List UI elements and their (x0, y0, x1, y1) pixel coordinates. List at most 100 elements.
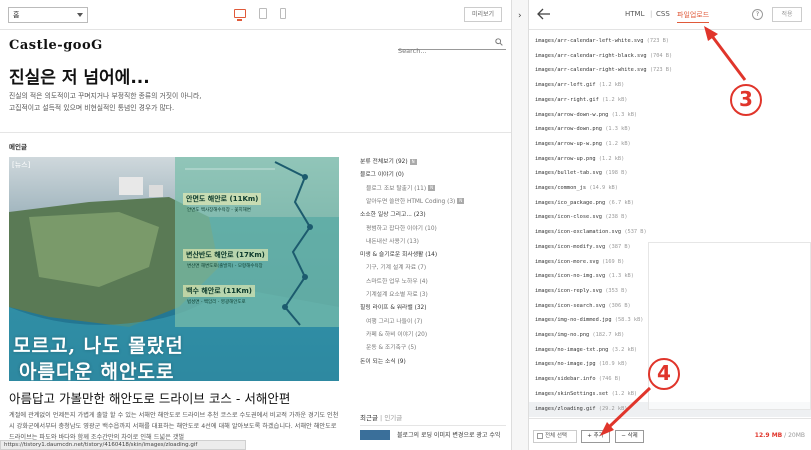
category-count: (92) (395, 159, 408, 165)
file-list-item[interactable]: images/arrow-down-w.png (1.3 kB) (529, 108, 811, 123)
file-list-item[interactable]: images/arrow-down.png (1.3 kB) (529, 122, 811, 137)
skin-page-select[interactable]: 홈 (8, 7, 88, 23)
category-count: (14) (425, 252, 438, 259)
category-count: (13) (407, 238, 419, 245)
file-list-item[interactable]: images/arr-calendar-right-white.svg (723… (529, 63, 811, 78)
tab-file-upload[interactable]: 파일업로드 (677, 10, 710, 23)
file-size: (10.9 kB) (598, 361, 628, 368)
file-name: images/arrow-down-w.png (535, 111, 609, 118)
select-all-label: 전체 선택 (545, 433, 567, 439)
file-list-item[interactable]: images/arr-calendar-left-white.svg (723 … (529, 34, 811, 49)
apply-button[interactable]: 적용 (772, 7, 802, 22)
file-name: images/img-no-dimmed.jpg (535, 317, 612, 324)
file-size: (3.2 kB) (611, 346, 638, 353)
subcategory-item[interactable]: 스마트한 업무 노하우 (4) (366, 276, 428, 285)
new-badge-icon: N (409, 158, 417, 165)
file-size: (537 B) (624, 229, 647, 236)
panel-collapse-handle[interactable]: › (511, 0, 529, 450)
file-name: images/icon-more.svg (535, 258, 599, 265)
file-list-item[interactable]: images/arr-right.gif (1.2 kB) (529, 93, 811, 108)
preview-button[interactable]: 미리보기 (464, 7, 502, 22)
file-list-item[interactable]: images/bullet-tab.svg (198 B) (529, 166, 811, 181)
file-size: (29.2 kB) (598, 405, 628, 412)
category-label: 평범하고 잡다한 이야기 (366, 225, 424, 232)
search-icon[interactable] (495, 38, 503, 46)
subcategory-item[interactable]: 기구, 기계 설계 자료 (7) (366, 262, 426, 271)
file-name: images/bullet-tab.svg (535, 170, 602, 177)
blog-logo[interactable]: Castle-gooG (9, 38, 103, 53)
category-count: (7) (417, 265, 427, 272)
file-name: images/zloading.gif (535, 405, 596, 412)
category-count: (20) (415, 331, 428, 338)
category-item[interactable]: 돈이 되는 소식 (9) (360, 356, 406, 365)
subcategory-item[interactable]: 내돈내산 사용기 (13) (366, 236, 419, 245)
category-item[interactable]: 미생 & 슬기로운 회사생활 (14) (360, 249, 437, 258)
category-count: (4) (419, 278, 428, 285)
help-icon[interactable]: ? (752, 9, 763, 20)
file-size: (704 B) (649, 52, 673, 59)
category-count: (11) (414, 185, 427, 192)
delete-file-button[interactable]: − 삭제 (615, 430, 644, 443)
route-label: 안면도 해안로 (11Km) (183, 193, 262, 205)
category-count: (10) (424, 225, 437, 232)
step-3-marker: 3 (730, 84, 762, 116)
subcategory-item[interactable]: 기계설계 요소별 자료 (3) (366, 289, 428, 298)
file-list-item[interactable]: images/arr-calendar-right-black.svg (704… (529, 49, 811, 64)
recent-post-title[interactable]: 블로그의 로딩 이미지 변경으로 광고 수익 극대화하기 (397, 431, 507, 440)
recent-post-thumbnail[interactable] (360, 430, 390, 440)
tab-html[interactable]: HTML (625, 10, 644, 18)
file-name: images/icon-modify.svg (535, 243, 606, 250)
subcategory-item[interactable]: 블로그 조보 탈출기 (11) N (366, 183, 436, 192)
skin-page-select-value: 홈 (13, 11, 20, 19)
file-size: (182.7 kB) (592, 332, 625, 338)
file-list-item[interactable]: images/icon-exclamation.svg (537 B) (529, 225, 811, 240)
blog-preview: Castle-gooG 진실은 저 넘어에... 진실의 적은 의도적이고 꾸며… (0, 30, 511, 440)
subcategory-item[interactable]: 알아두면 쓸만한 HTML Coding (3) N (366, 196, 465, 205)
file-list-item[interactable]: images/ico_package.png (6.7 kB) (529, 196, 811, 211)
search-input[interactable] (398, 47, 488, 55)
category-label: 블로그 이야기 (360, 172, 394, 179)
image-headline-2: 아름다운 해안도로 (19, 361, 175, 381)
preview-toolbar: 홈 미리보기 (0, 0, 511, 30)
category-count: (23) (413, 212, 426, 219)
category-item[interactable]: 블로그 이야기 (0) (360, 169, 404, 178)
tab-popular[interactable]: 인기글 (384, 414, 402, 422)
category-count: (32) (414, 305, 427, 312)
tab-css[interactable]: CSS (656, 10, 670, 18)
file-size: (14.9 kB) (589, 185, 618, 191)
category-item[interactable]: 분류 전체보기 (92) N (360, 156, 417, 165)
file-name: images/arr-right.gif (535, 96, 599, 103)
subcategory-item[interactable]: 카페 & 하비 이야기 (20) (366, 329, 427, 338)
file-name: images/arrow-up.png (535, 155, 596, 162)
category-label: 알아두면 쓸만한 HTML Coding (366, 198, 446, 205)
checkbox-icon (537, 433, 543, 439)
tablet-view-icon[interactable] (259, 8, 267, 19)
file-list-item[interactable]: images/arr-left.gif (1.2 kB) (529, 78, 811, 93)
add-file-button[interactable]: + 추가 (581, 430, 610, 443)
news-badge: [뉴스] (12, 161, 31, 169)
file-list-item[interactable]: images/common_js (14.9 kB) (529, 181, 811, 196)
back-arrow-icon[interactable] (537, 8, 551, 20)
tab-recent[interactable]: 최근글 (360, 414, 378, 422)
hero-desc-line: 진실의 적은 의도적이고 꾸며지거나 부정직한 종류의 거짓이 아니라, (9, 92, 202, 100)
select-all-checkbox[interactable]: 전체 선택 (533, 430, 577, 443)
subcategory-item[interactable]: 평범하고 잡다한 이야기 (10) (366, 223, 437, 232)
subcategory-item[interactable]: 운동 & 조기축구 (5) (366, 342, 416, 351)
file-name: images/arr-calendar-left-white.svg (535, 38, 644, 44)
category-item[interactable]: 힐링 라이프 & 워라밸 (32) (360, 302, 426, 311)
file-name: images/img-no.png (535, 332, 590, 338)
file-size: (353 B) (605, 287, 628, 294)
file-size: (723 B) (646, 38, 669, 44)
post-title[interactable]: 아름답고 가볼만한 해안도로 드라이브 코스 - 서해안편 (9, 388, 290, 407)
file-name: images/icon-no-img.svg (535, 273, 606, 280)
category-item[interactable]: 소소한 일상 그리고... (23) (360, 209, 426, 218)
file-list-item[interactable]: images/arrow-up.png (1.2 kB) (529, 152, 811, 167)
mobile-view-icon[interactable] (280, 8, 286, 19)
file-list-item[interactable]: images/arrow-up-w.png (1.2 kB) (529, 137, 811, 152)
desktop-view-icon[interactable] (234, 9, 246, 21)
step-4-marker: 4 (648, 358, 680, 390)
subcategory-item[interactable]: 여행 그리고 나들이 (7) (366, 316, 422, 325)
file-list-item[interactable]: images/icon-close.svg (238 B) (529, 210, 811, 225)
featured-post-image[interactable]: [뉴스] 안면도 해안로 (11Km) 안면도 백사장해수욕장 - 꽃지해변 변… (9, 157, 339, 381)
file-size: (58.3 kB) (614, 317, 644, 324)
